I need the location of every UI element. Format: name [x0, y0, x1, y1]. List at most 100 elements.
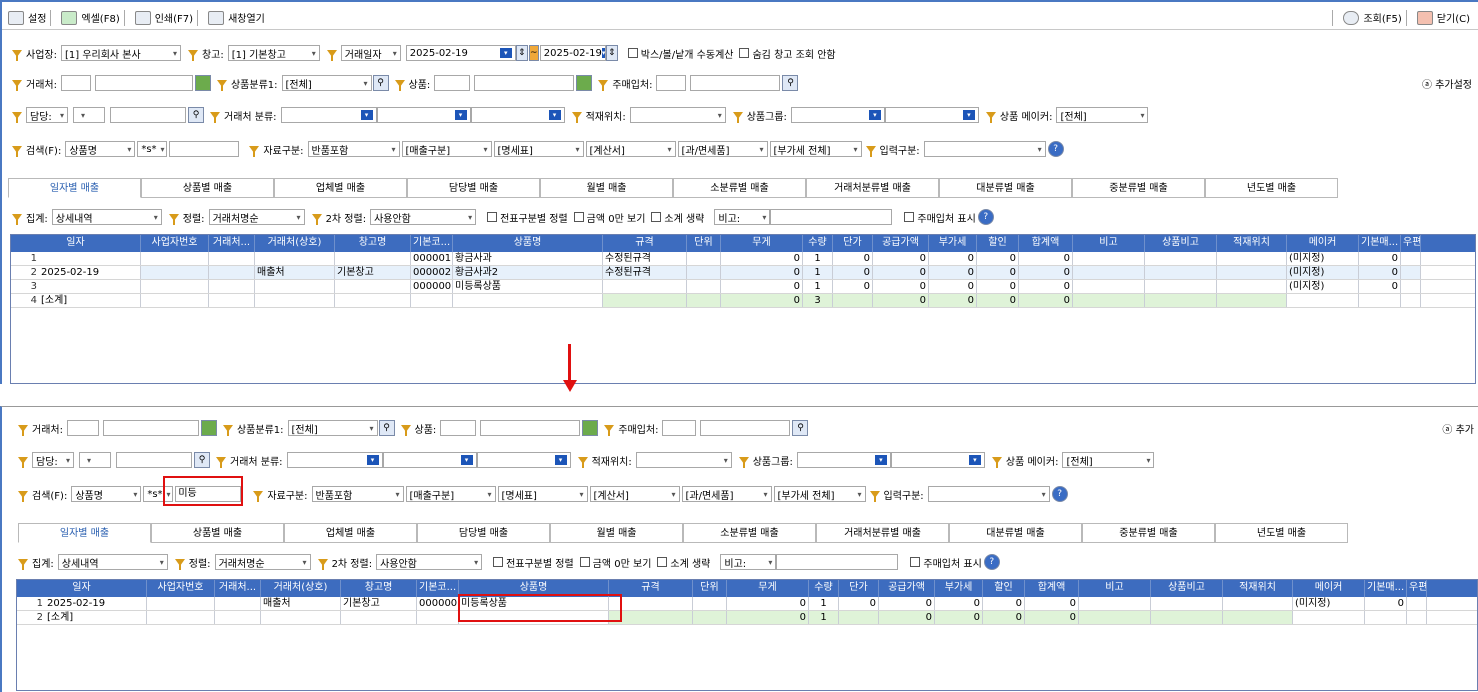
table-cell[interactable]	[603, 280, 687, 293]
tab-4[interactable]: 월별 매출	[540, 178, 673, 198]
column-header[interactable]: 할인	[977, 235, 1019, 252]
table-cell[interactable]: 3	[803, 294, 833, 307]
tab-1[interactable]: 상품별 매출	[141, 178, 274, 198]
column-header[interactable]: 기본코...	[411, 235, 453, 252]
product-name-input[interactable]	[480, 420, 581, 436]
search-icon[interactable]: ⚲	[792, 420, 809, 436]
sort-select[interactable]: 거래처명순 ▾	[214, 554, 311, 570]
search-field-select[interactable]: 상품명 ▾	[65, 141, 136, 157]
table-cell[interactable]: 0	[929, 280, 977, 293]
table-cell[interactable]	[255, 252, 335, 265]
table-cell[interactable]: 매출처	[261, 597, 341, 610]
table-cell[interactable]	[147, 597, 215, 610]
tab-7[interactable]: 대분류별 매출	[949, 523, 1082, 543]
table-cell[interactable]	[1145, 252, 1217, 265]
sort2-select[interactable]: 사용안함 ▾	[370, 209, 477, 225]
table-cell[interactable]: 0	[727, 597, 809, 610]
column-header[interactable]: 거래처(상호)	[261, 580, 341, 597]
search-text-input[interactable]	[169, 141, 240, 157]
sort-select[interactable]: 거래처명순 ▾	[208, 209, 305, 225]
tab-0[interactable]: 일자별 매출	[8, 178, 141, 198]
table-cell[interactable]: 000000	[411, 280, 453, 293]
table-cell[interactable]: 0	[1359, 266, 1401, 279]
column-header[interactable]: 메이커	[1293, 580, 1365, 597]
column-header[interactable]: 상품비고	[1145, 235, 1217, 252]
table-cell[interactable]: 1	[11, 252, 141, 265]
location-select[interactable]: ▾	[635, 452, 732, 468]
table-cell[interactable]	[209, 280, 255, 293]
spin-icon[interactable]: ⇕	[605, 45, 618, 61]
note-input[interactable]	[770, 209, 893, 225]
table-cell[interactable]: 0	[721, 294, 803, 307]
data-type-select[interactable]: 반품포함 ▾	[307, 141, 400, 157]
search-op-select[interactable]: *s* ▾	[137, 141, 168, 157]
table-cell[interactable]	[1073, 266, 1145, 279]
more-settings-button[interactable]: ⓐ 추가	[1442, 421, 1474, 436]
settings-icon[interactable]	[8, 10, 24, 25]
column-header[interactable]: 단가	[833, 235, 873, 252]
excel-icon[interactable]	[61, 10, 78, 25]
table-cell[interactable]: 0	[983, 597, 1025, 610]
tab-1[interactable]: 상품별 매출	[151, 523, 284, 543]
column-header[interactable]: 공급가액	[879, 580, 935, 597]
client-cat-2-select[interactable]: ▾	[376, 107, 471, 123]
tab-3[interactable]: 담당별 매출	[417, 523, 550, 543]
manager-select[interactable]: 담당: ▾	[26, 107, 68, 123]
column-header[interactable]: 단위	[693, 580, 727, 597]
column-header[interactable]: 상품명	[453, 235, 603, 252]
table-cell[interactable]: 0	[833, 252, 873, 265]
table-cell[interactable]: 0	[929, 252, 977, 265]
table-row[interactable]: 4 [소계] 0 3 0 0 0 0	[11, 294, 1475, 308]
table-cell[interactable]: 0	[977, 266, 1019, 279]
close-button[interactable]: 닫기(C)	[1437, 10, 1470, 25]
column-header[interactable]: 우편	[1401, 235, 1421, 252]
client-name-input[interactable]	[94, 75, 193, 91]
table-cell[interactable]	[1407, 597, 1427, 610]
manager-select[interactable]: 담당: ▾	[32, 452, 74, 468]
table-cell[interactable]	[1073, 280, 1145, 293]
tab-9[interactable]: 년도별 매출	[1205, 178, 1338, 198]
table-cell[interactable]: 0	[879, 611, 935, 624]
column-header[interactable]: 부가세	[935, 580, 983, 597]
table-cell[interactable]: 3	[11, 280, 141, 293]
table-cell[interactable]: 1	[803, 266, 833, 279]
print-button[interactable]: 인쇄(F7)	[155, 10, 193, 25]
table-cell[interactable]	[687, 294, 721, 307]
note-select[interactable]: 비고: ▾	[720, 554, 777, 570]
sales-type-select[interactable]: [매출구분] ▾	[401, 141, 492, 157]
tab-8[interactable]: 중분류별 매출	[1082, 523, 1215, 543]
table-row[interactable]: 2 [소계] 0 1 0 0 0 0	[17, 611, 1477, 625]
opt2-checkbox[interactable]	[579, 557, 590, 567]
client-cat-2-select[interactable]: ▾	[382, 452, 477, 468]
table-cell[interactable]	[1217, 294, 1287, 307]
table-cell[interactable]	[141, 252, 209, 265]
table-cell[interactable]	[687, 266, 721, 279]
column-header[interactable]: 할인	[983, 580, 1025, 597]
table-cell[interactable]: (미지정)	[1287, 252, 1359, 265]
table-cell[interactable]: 000002	[411, 266, 453, 279]
opt3-checkbox[interactable]	[651, 212, 662, 222]
column-header[interactable]: 규격	[603, 235, 687, 252]
statement-select[interactable]: [명세표] ▾	[497, 486, 588, 502]
table-cell[interactable]: 0	[977, 280, 1019, 293]
table-cell[interactable]: 0	[879, 597, 935, 610]
table-cell[interactable]: (미지정)	[1287, 280, 1359, 293]
search-icon[interactable]: ⚲	[782, 75, 799, 91]
date-from-field[interactable]: 2025-02-19 ▾	[405, 45, 516, 61]
table-cell[interactable]: 0	[833, 280, 873, 293]
table-cell[interactable]	[141, 280, 209, 293]
column-header[interactable]: 창고명	[341, 580, 417, 597]
table-cell[interactable]: 0	[935, 597, 983, 610]
table-cell[interactable]: 0	[721, 280, 803, 293]
settings-button[interactable]: 설정	[28, 10, 46, 25]
table-cell[interactable]: 황금사과2	[453, 266, 603, 279]
table-cell[interactable]	[411, 294, 453, 307]
table-cell[interactable]: 0	[1019, 294, 1073, 307]
buyer-name-input[interactable]	[700, 420, 791, 436]
spin-icon[interactable]: ⇕	[515, 45, 528, 61]
table-cell[interactable]	[1401, 280, 1421, 293]
buyer-name-input[interactable]	[690, 75, 781, 91]
table-cell[interactable]	[215, 597, 261, 610]
column-header[interactable]: 상품비고	[1151, 580, 1223, 597]
column-header[interactable]: 거래처...	[215, 580, 261, 597]
